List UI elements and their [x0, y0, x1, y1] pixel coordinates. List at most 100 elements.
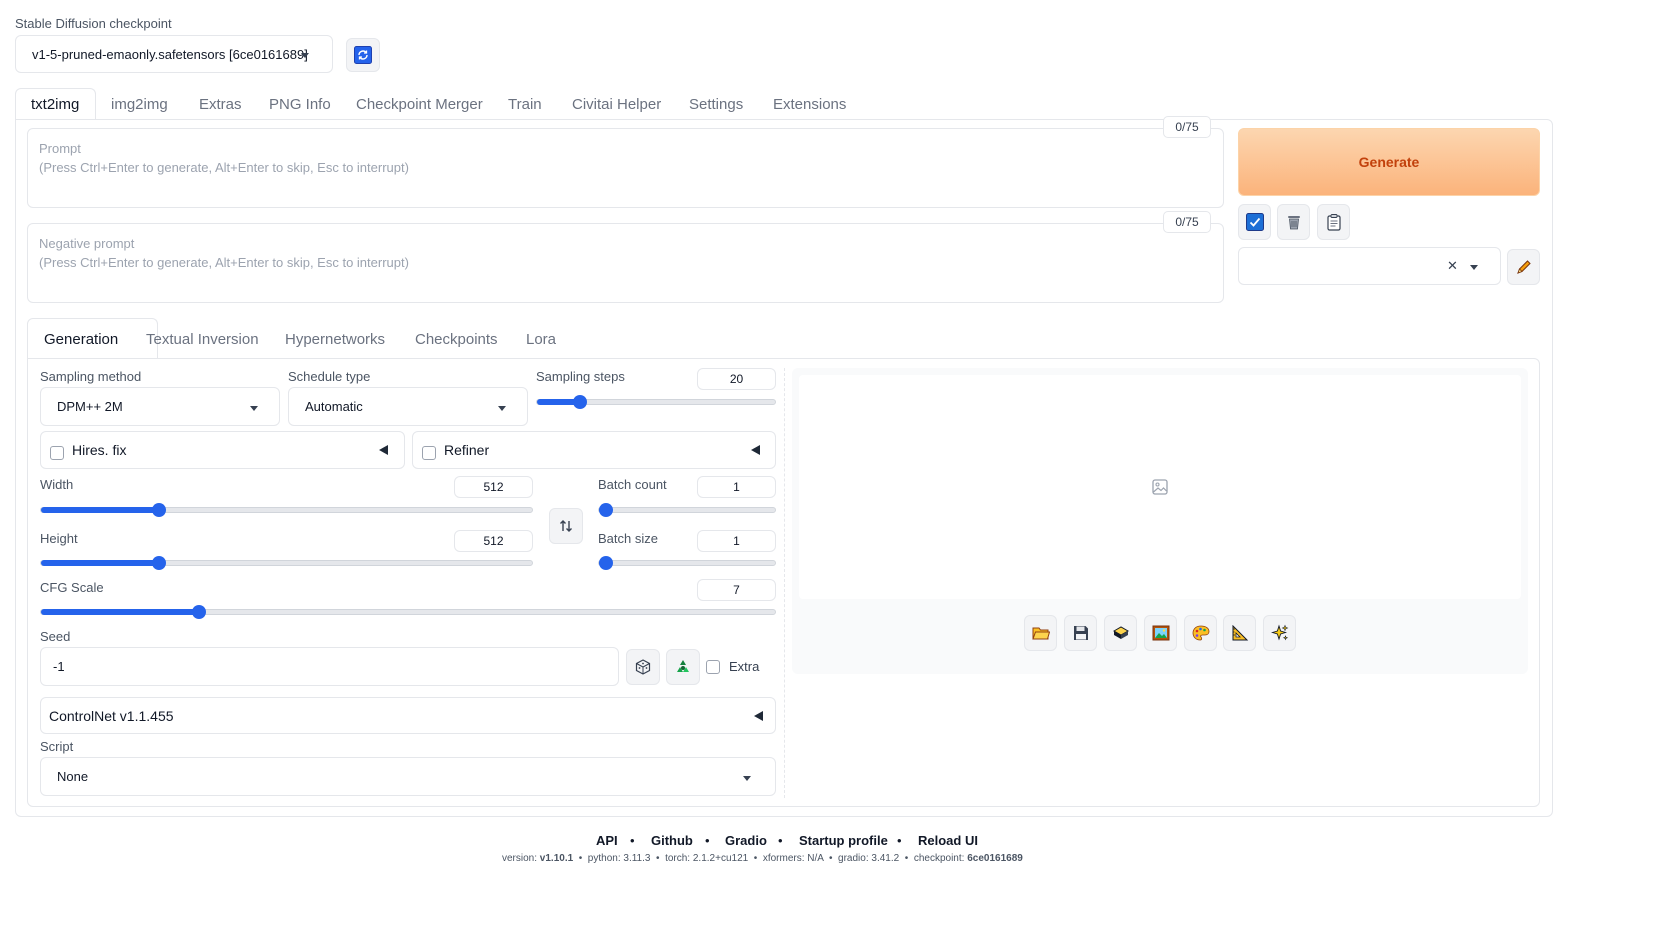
controlnet-accordion[interactable]: ControlNet v1.1.455	[40, 697, 776, 734]
reuse-seed-button[interactable]	[666, 649, 700, 685]
seed-input[interactable]: -1	[40, 647, 619, 686]
zip-button[interactable]	[1104, 615, 1137, 651]
apply-style-button[interactable]	[1238, 204, 1271, 240]
recycle-icon	[677, 660, 689, 672]
collapse-triangle-icon[interactable]	[379, 445, 388, 455]
tab-civitai-helper[interactable]: Civitai Helper	[572, 96, 661, 113]
hires-fix-checkbox[interactable]	[50, 446, 64, 460]
slider-thumb[interactable]	[573, 395, 587, 409]
tab-settings[interactable]: Settings	[689, 96, 743, 113]
chevron-down-icon	[301, 53, 309, 58]
height-input[interactable]: 512	[454, 530, 533, 552]
slider-thumb[interactable]	[152, 556, 166, 570]
sparkle-icon	[1270, 624, 1288, 641]
edit-styles-button[interactable]	[1507, 249, 1540, 285]
tab-generation[interactable]: Generation	[44, 331, 118, 348]
xformers-version: xformers: N/A	[762, 853, 824, 864]
batch-size-input[interactable]: 1	[697, 530, 776, 552]
footer-separator: •	[705, 833, 710, 848]
batch-size-slider[interactable]	[598, 556, 776, 570]
width-input[interactable]: 512	[454, 476, 533, 498]
prompt-textarea[interactable]: Prompt (Press Ctrl+Enter to generate, Al…	[27, 128, 1224, 208]
sampling-steps-label: Sampling steps	[536, 369, 625, 384]
checkpoint-dropdown[interactable]: v1-5-pruned-emaonly.safetensors [6ce0161…	[15, 35, 333, 73]
schedule-type-dropdown[interactable]: Automatic	[288, 387, 528, 426]
slider-thumb[interactable]	[152, 503, 166, 517]
batch-size-label: Batch size	[598, 531, 658, 546]
slider-fill	[41, 609, 199, 615]
checkpoint-prefix: checkpoint:	[913, 853, 965, 864]
output-gallery[interactable]	[799, 375, 1521, 599]
script-dropdown[interactable]: None	[40, 757, 776, 796]
extra-seed-label: Extra	[729, 659, 760, 674]
tab-checkpoint-merger[interactable]: Checkpoint Merger	[356, 96, 483, 113]
version-prefix: version:	[502, 853, 538, 864]
batch-count-input[interactable]: 1	[697, 476, 776, 498]
tab-hypernetworks[interactable]: Hypernetworks	[285, 331, 385, 348]
send-to-inpaint-button[interactable]	[1184, 615, 1217, 651]
slider-fill	[41, 560, 159, 566]
refiner-checkbox[interactable]	[422, 446, 436, 460]
trash-icon	[1287, 216, 1300, 230]
torch-version: torch: 2.1.2+cu121	[665, 853, 749, 864]
tab-png-info[interactable]: PNG Info	[269, 96, 331, 113]
collapse-triangle-icon[interactable]	[751, 445, 760, 455]
negative-prompt-textarea[interactable]: Negative prompt (Press Ctrl+Enter to gen…	[27, 223, 1224, 303]
swap-dimensions-button[interactable]	[549, 508, 583, 544]
chevron-down-icon	[1470, 265, 1478, 270]
random-seed-button[interactable]	[626, 649, 660, 685]
send-to-img2img-button[interactable]	[1144, 615, 1177, 651]
sampling-method-dropdown[interactable]: DPM++ 2M	[40, 387, 280, 426]
upscale-button[interactable]	[1263, 615, 1296, 651]
collapse-triangle-icon[interactable]	[754, 711, 763, 721]
slider-thumb[interactable]	[599, 556, 613, 570]
sampling-steps-slider[interactable]	[536, 395, 776, 409]
width-slider[interactable]	[40, 503, 533, 517]
slider-thumb[interactable]	[192, 605, 206, 619]
paste-button[interactable]	[1317, 204, 1350, 240]
footer-separator: •	[778, 833, 783, 848]
tab-checkpoints[interactable]: Checkpoints	[415, 331, 498, 348]
tab-extensions[interactable]: Extensions	[773, 96, 846, 113]
checkpoint-label: Stable Diffusion checkpoint	[15, 16, 172, 31]
tab-txt2img[interactable]: txt2img	[31, 96, 79, 113]
hires-fix-accordion[interactable]: Hires. fix	[40, 431, 405, 469]
save-button[interactable]	[1064, 615, 1097, 651]
slider-thumb[interactable]	[599, 503, 613, 517]
pencil-icon	[1516, 260, 1531, 274]
hires-fix-label: Hires. fix	[72, 442, 127, 458]
tab-img2img[interactable]: img2img	[111, 96, 168, 113]
batch-count-slider[interactable]	[598, 503, 776, 517]
checkpoint-value: v1-5-pruned-emaonly.safetensors [6ce0161…	[32, 46, 308, 62]
tab-lora[interactable]: Lora	[526, 331, 556, 348]
footer-link-startup-profile[interactable]: Startup profile	[799, 833, 888, 848]
footer-separator: •	[630, 833, 635, 848]
close-icon[interactable]: ✕	[1447, 258, 1458, 274]
tab-extras[interactable]: Extras	[199, 96, 242, 113]
sampling-steps-input[interactable]: 20	[697, 368, 776, 390]
open-folder-button[interactable]	[1024, 615, 1057, 651]
tab-textual-inversion[interactable]: Textual Inversion	[146, 331, 259, 348]
footer-link-api[interactable]: API	[596, 833, 618, 848]
refresh-checkpoint-button[interactable]	[346, 38, 380, 72]
cfg-scale-slider[interactable]	[40, 605, 776, 619]
footer-link-github[interactable]: Github	[651, 833, 693, 848]
seed-value: -1	[53, 659, 65, 674]
footer-link-gradio[interactable]: Gradio	[725, 833, 767, 848]
clear-prompt-button[interactable]	[1277, 204, 1310, 240]
version-info: version: v1.10.1 • python: 3.11.3 • torc…	[502, 853, 1023, 864]
chevron-down-icon	[250, 406, 258, 411]
checkpoint-hash: 6ce0161689	[967, 853, 1023, 864]
cfg-scale-input[interactable]: 7	[697, 579, 776, 601]
refiner-accordion[interactable]: Refiner	[412, 431, 776, 469]
styles-dropdown[interactable]: ✕	[1238, 247, 1501, 285]
height-slider[interactable]	[40, 556, 533, 570]
generate-button[interactable]: Generate	[1238, 128, 1540, 196]
cfg-scale-label: CFG Scale	[40, 580, 104, 595]
tab-train[interactable]: Train	[508, 96, 542, 113]
footer-link-reload-ui[interactable]: Reload UI	[918, 833, 978, 848]
sampling-method-value: DPM++ 2M	[57, 399, 123, 414]
send-to-extras-button[interactable]	[1223, 615, 1256, 651]
script-label: Script	[40, 739, 74, 754]
extra-seed-checkbox[interactable]	[706, 660, 720, 674]
